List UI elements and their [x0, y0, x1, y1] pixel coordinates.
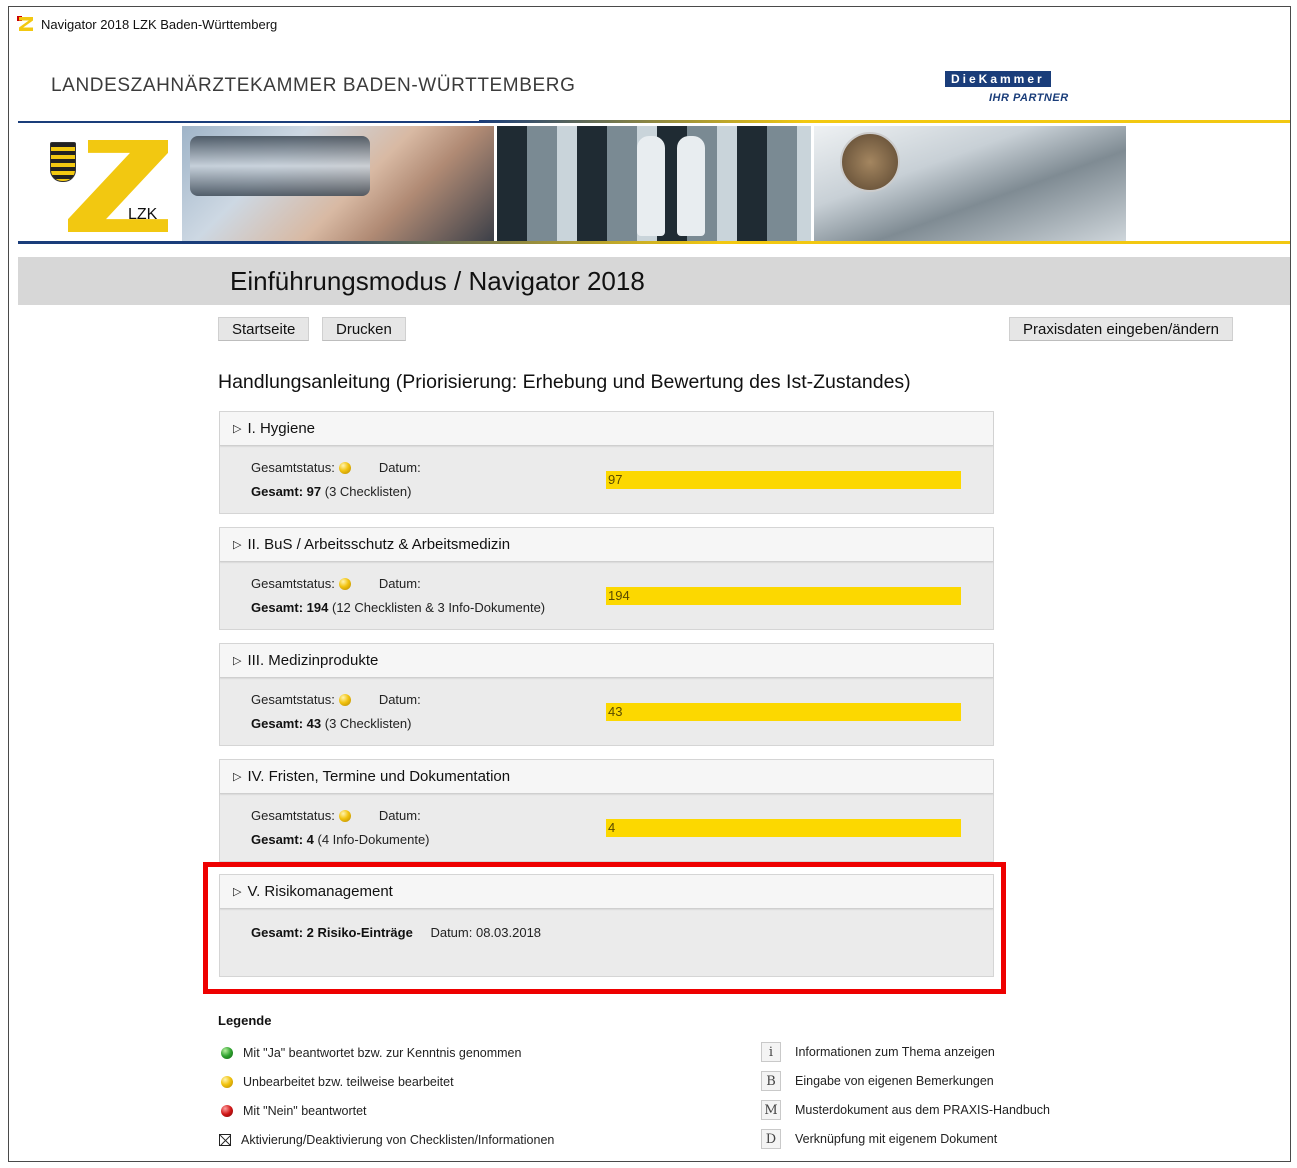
progress-value: 194	[608, 588, 630, 603]
legend-text: Musterdokument aus dem PRAXIS-Handbuch	[795, 1103, 1050, 1117]
status-yellow-icon	[221, 1076, 233, 1088]
dokument-key-icon: D	[761, 1129, 781, 1149]
legend-item-info: i Informationen zum Thema anzeigen	[761, 1042, 995, 1062]
gesamt-value: 194	[306, 600, 329, 615]
lzk-logo: LZK	[38, 132, 172, 236]
lzk-logo-text: LZK	[128, 206, 158, 223]
legend-item-muster: M Musterdokument aus dem PRAXIS-Handbuch	[761, 1100, 1050, 1120]
gesamt-value: 43	[306, 716, 322, 731]
legend-item-green: Mit "Ja" beantwortet bzw. zur Kenntnis g…	[218, 1046, 521, 1060]
panel-title: II. BuS / Arbeitsschutz & Arbeitsmedizin	[247, 536, 511, 553]
legend-text: Aktivierung/Deaktivierung von Checkliste…	[241, 1133, 555, 1147]
page-title-bar: Einführungsmodus / Navigator 2018	[18, 257, 1290, 305]
panel-title: IV. Fristen, Termine und Dokumentation	[247, 768, 511, 785]
datum-label: Datum:	[378, 692, 421, 707]
expand-triangle-icon: ▷	[233, 771, 242, 783]
status-label: Gesamtstatus:	[251, 460, 335, 475]
progress-value: 43	[608, 704, 623, 719]
status-label: Gesamtstatus:	[251, 576, 335, 591]
banner-photo-instruments	[814, 126, 1126, 242]
legend-item-bemerkung: B Eingabe von eigenen Bemerkungen	[761, 1071, 994, 1091]
bemerkung-key-icon: B	[761, 1071, 781, 1091]
progress-bar: 4	[606, 819, 961, 837]
page-title: Einführungsmodus / Navigator 2018	[230, 266, 645, 296]
datum-label: Datum:	[378, 460, 421, 475]
coat-of-arms-icon	[50, 142, 76, 182]
banner-photo-xray	[182, 126, 494, 242]
title-bar: Navigator 2018 LZK Baden-Württemberg	[9, 7, 1290, 41]
info-key-icon: i	[761, 1042, 781, 1062]
status-label: Gesamtstatus:	[251, 692, 335, 707]
progress-value: 4	[608, 820, 616, 835]
highlight-box	[203, 862, 1006, 994]
status-label: Gesamtstatus:	[251, 808, 335, 823]
header-banner: LZK	[18, 124, 1290, 242]
diekammer-logo: DieKammer IHR PARTNER	[945, 70, 1105, 106]
status-red-icon	[221, 1105, 233, 1117]
legend-text: Mit "Ja" beantwortet bzw. zur Kenntnis g…	[243, 1046, 522, 1060]
gesamt-detail: (4 Info-Dokumente)	[317, 832, 430, 847]
legend-title: Legende	[218, 1013, 272, 1028]
gesamt-value: 4	[306, 832, 314, 847]
status-yellow-icon	[338, 693, 351, 706]
status-yellow-icon	[338, 577, 351, 590]
panel-hygiene: ▷ I. Hygiene Gesamtstatus: Datum: Gesamt…	[219, 411, 994, 514]
praxisdaten-button[interactable]: Praxisdaten eingeben/ändern	[1009, 317, 1233, 341]
panel-header-fristen[interactable]: ▷ IV. Fristen, Termine und Dokumentation	[220, 760, 993, 794]
panel-header-bus[interactable]: ▷ II. BuS / Arbeitsschutz & Arbeitsmediz…	[220, 528, 993, 562]
legend-text: Mit "Nein" beantwortet	[243, 1104, 367, 1118]
legend-item-red: Mit "Nein" beantwortet	[218, 1104, 367, 1118]
organization-name: LANDESZAHNÄRZTEKAMMER BADEN-WÜRTTEMBERG	[51, 75, 576, 96]
progress-bar: 194	[606, 587, 961, 605]
panel-header-hygiene[interactable]: ▷ I. Hygiene	[220, 412, 993, 446]
gesamt-detail: (3 Checklisten)	[324, 484, 412, 499]
gesamt-label: Gesamt:	[251, 484, 304, 499]
status-yellow-icon	[338, 461, 351, 474]
app-logo-icon	[17, 16, 35, 32]
app-window: Navigator 2018 LZK Baden-Württemberg LAN…	[8, 6, 1291, 1162]
banner-photo-corridor	[497, 126, 811, 242]
legend-text: Informationen zum Thema anzeigen	[795, 1045, 995, 1059]
legend-item-checkbox: Aktivierung/Deaktivierung von Checkliste…	[218, 1133, 554, 1147]
progress-bar: 43	[606, 703, 961, 721]
startseite-button[interactable]: Startseite	[218, 317, 310, 341]
banner-divider	[18, 241, 1290, 244]
gesamt-label: Gesamt:	[251, 600, 304, 615]
panel-bus: ▷ II. BuS / Arbeitsschutz & Arbeitsmediz…	[219, 527, 994, 630]
gesamt-value: 97	[306, 484, 322, 499]
diekammer-logo-text: DieKammer	[945, 71, 1051, 87]
legend-text: Eingabe von eigenen Bemerkungen	[795, 1074, 994, 1088]
expand-triangle-icon: ▷	[233, 655, 242, 667]
section-heading: Handlungsanleitung (Priorisierung: Erheb…	[218, 371, 911, 393]
diekammer-tagline: IHR PARTNER	[989, 92, 1069, 104]
panel-title: I. Hygiene	[247, 420, 316, 437]
muster-key-icon: M	[761, 1100, 781, 1120]
status-yellow-icon	[338, 809, 351, 822]
datum-label: Datum:	[378, 576, 421, 591]
gesamt-detail: (12 Checklisten & 3 Info-Dokumente)	[331, 600, 546, 615]
panel-fristen: ▷ IV. Fristen, Termine und Dokumentation…	[219, 759, 994, 862]
legend-item-yellow: Unbearbeitet bzw. teilweise bearbeitet	[218, 1075, 454, 1089]
panel-header-medizinprodukte[interactable]: ▷ III. Medizinprodukte	[220, 644, 993, 678]
expand-triangle-icon: ▷	[233, 539, 242, 551]
expand-triangle-icon: ▷	[233, 423, 242, 435]
header-divider-accent	[479, 120, 1290, 123]
legend-text: Verknüpfung mit eigenem Dokument	[795, 1132, 998, 1146]
progress-bar: 97	[606, 471, 961, 489]
status-green-icon	[221, 1047, 233, 1059]
panel-medizinprodukte: ▷ III. Medizinprodukte Gesamtstatus: Dat…	[219, 643, 994, 746]
print-button[interactable]: Drucken	[322, 317, 406, 341]
gesamt-label: Gesamt:	[251, 716, 304, 731]
progress-value: 97	[608, 472, 623, 487]
gesamt-label: Gesamt:	[251, 832, 304, 847]
datum-label: Datum:	[378, 808, 421, 823]
window-title: Navigator 2018 LZK Baden-Württemberg	[41, 16, 278, 32]
legend-item-dokument: D Verknüpfung mit eigenem Dokument	[761, 1129, 997, 1149]
gesamt-detail: (3 Checklisten)	[324, 716, 412, 731]
legend-text: Unbearbeitet bzw. teilweise bearbeitet	[243, 1075, 454, 1089]
panel-title: III. Medizinprodukte	[247, 652, 379, 669]
checkbox-x-icon	[219, 1134, 231, 1146]
